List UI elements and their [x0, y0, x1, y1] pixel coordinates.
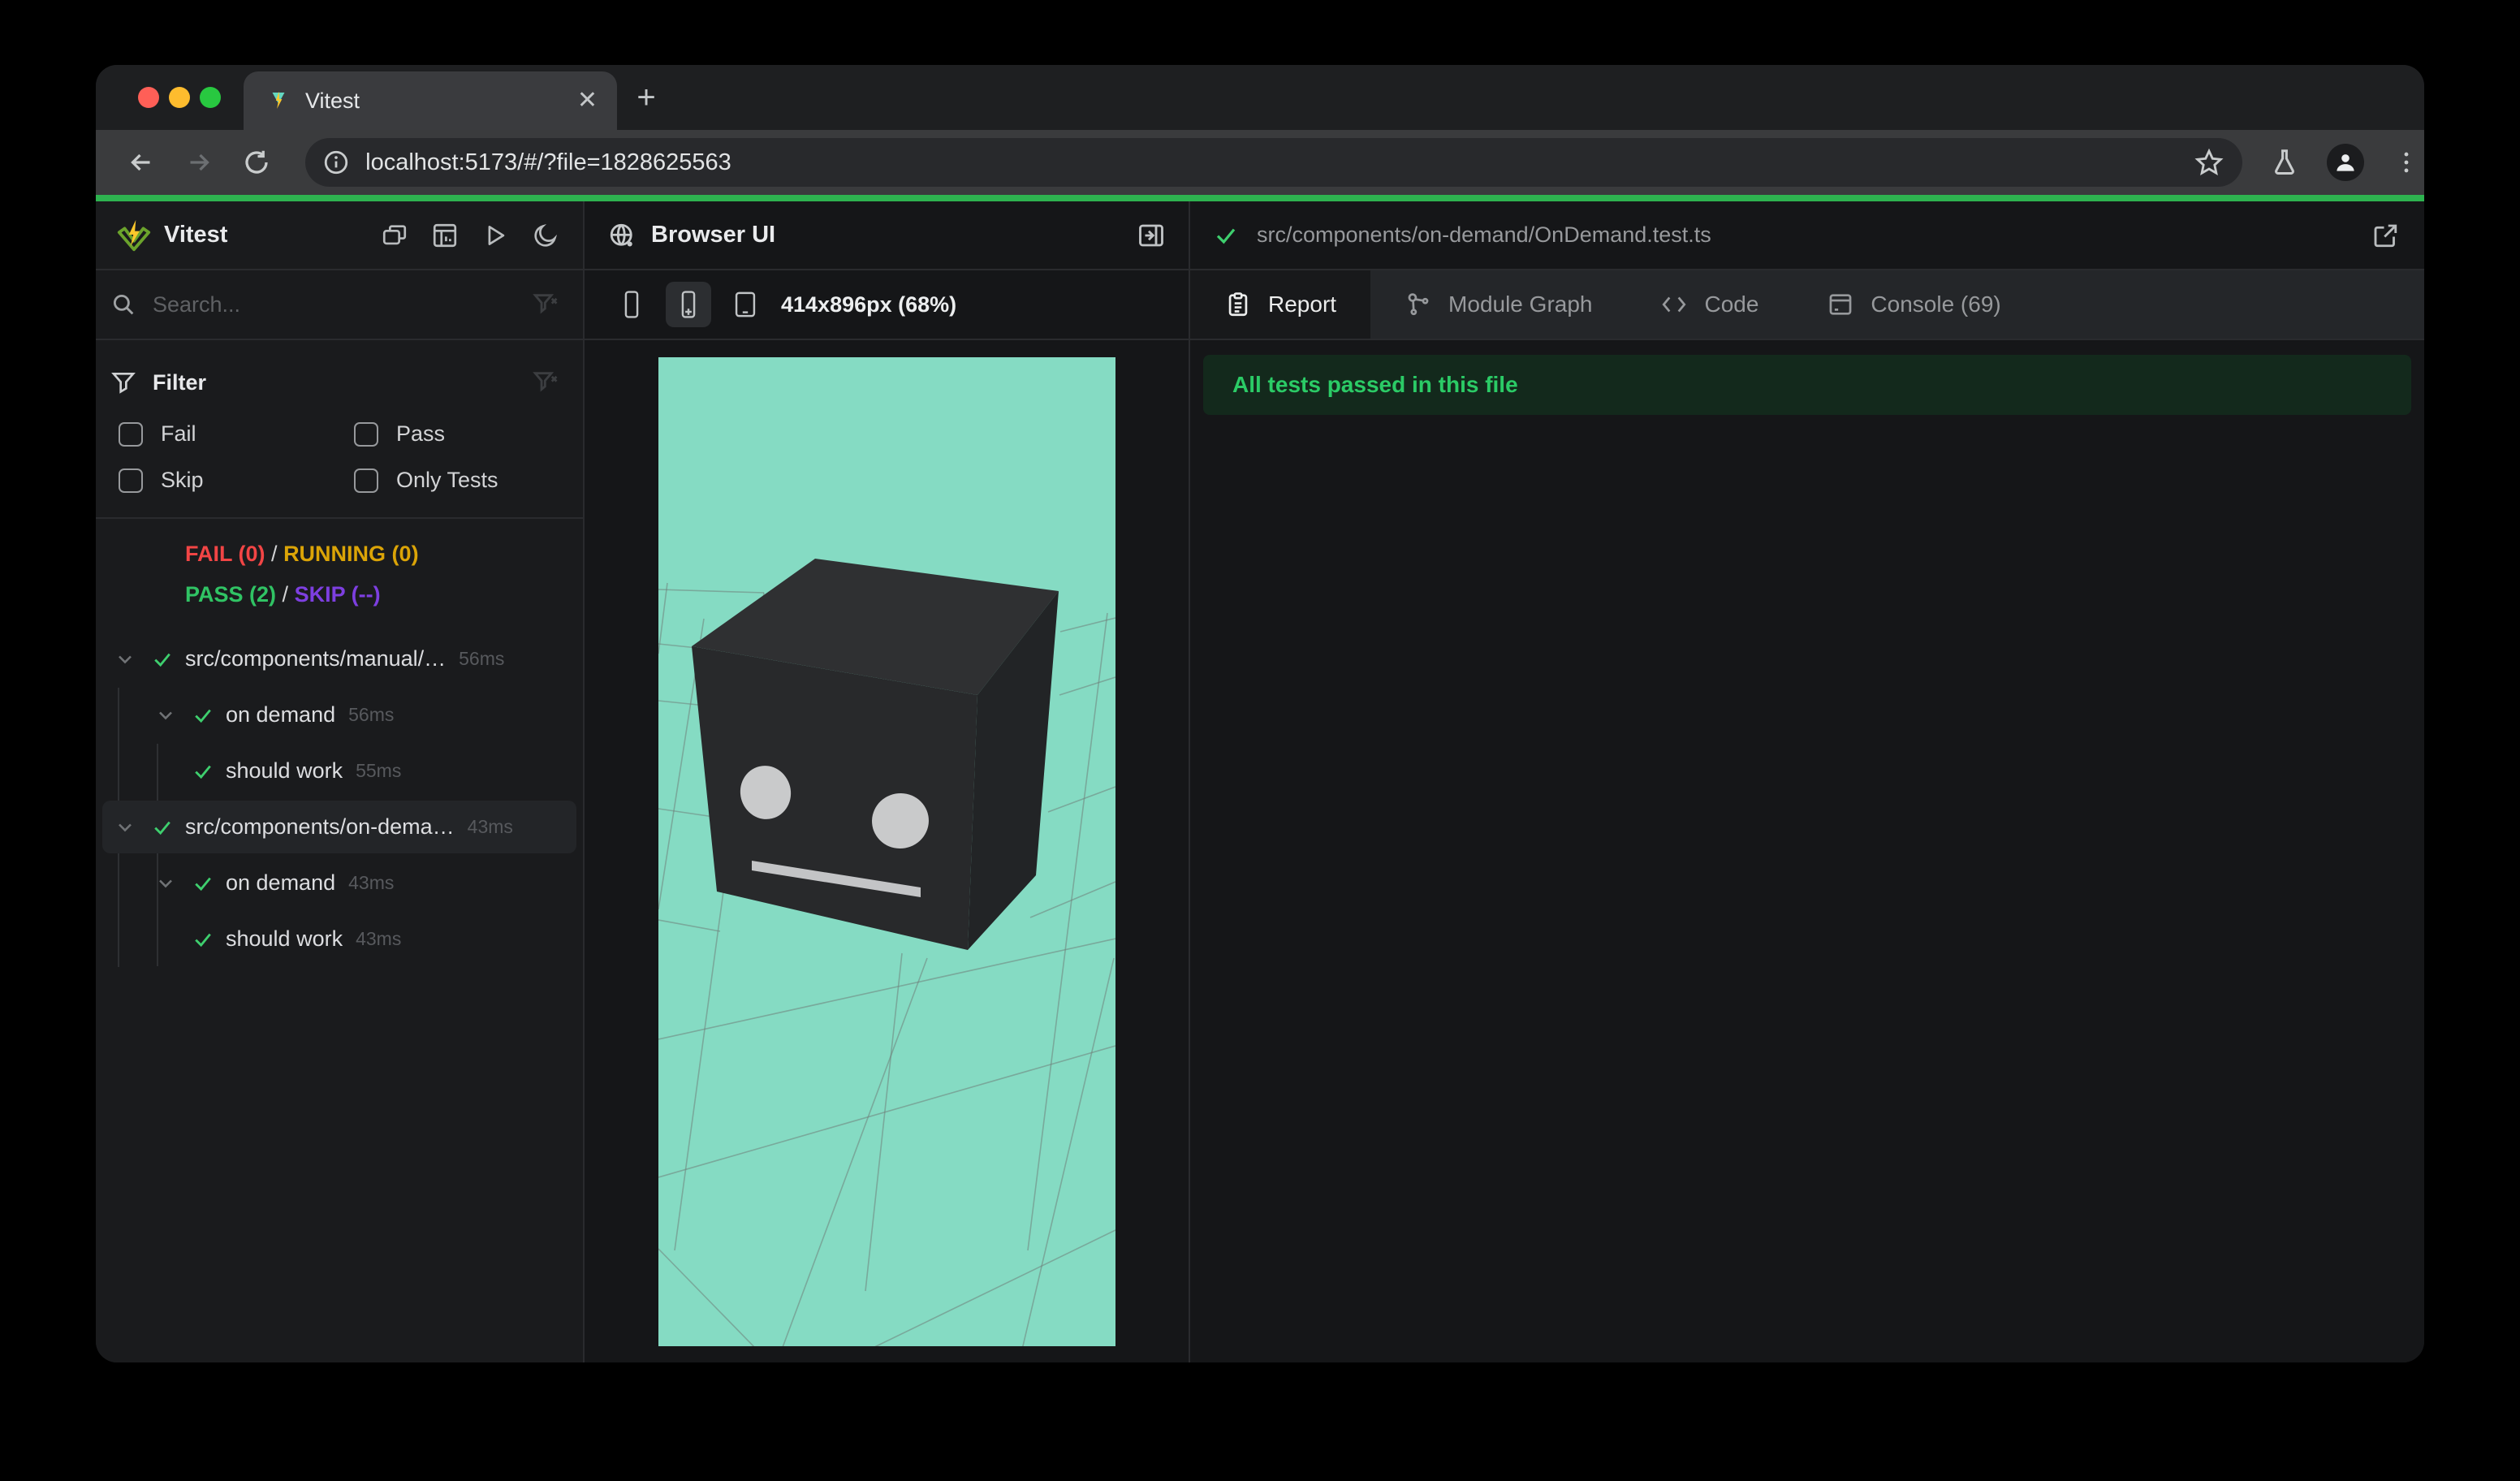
module-graph-icon	[1408, 293, 1429, 316]
tree-row-suite[interactable]: on demand 43ms	[96, 855, 583, 911]
tab-console[interactable]: Console (69)	[1793, 270, 2035, 339]
tree-row-test[interactable]: should work 43ms	[96, 911, 583, 967]
pass-check-icon	[151, 816, 174, 839]
browser-toolbar: localhost:5173/#/?file=1828625563	[96, 130, 2424, 195]
all-tests-passed-banner: All tests passed in this file	[1203, 355, 2411, 415]
checkbox-pass[interactable]: Pass	[354, 421, 583, 447]
running-count: RUNNING (0)	[283, 542, 419, 566]
clear-filter-icon[interactable]	[529, 366, 562, 399]
checkbox-box[interactable]	[119, 421, 143, 447]
checkbox-box[interactable]	[354, 468, 378, 493]
pass-check-icon	[192, 760, 214, 783]
chevron-down-icon[interactable]	[114, 816, 136, 839]
tab-title: Vitest	[305, 88, 360, 113]
search-row: Search...	[96, 270, 583, 340]
minimize-window-button[interactable]	[169, 87, 190, 108]
url-bar[interactable]: localhost:5173/#/?file=1828625563	[305, 138, 2243, 187]
test-tree: src/components/manual/… 56ms on demand 5…	[96, 631, 583, 967]
checkbox-skip[interactable]: Skip	[119, 468, 354, 493]
dark-mode-moon-icon[interactable]	[529, 219, 562, 252]
checkbox-box[interactable]	[119, 468, 143, 493]
test-progress-bar	[96, 195, 2424, 201]
tab-close-icon[interactable]: ✕	[577, 89, 598, 113]
tab-module-graph[interactable]: Module Graph	[1370, 270, 1626, 339]
device-phone-plus-icon[interactable]	[666, 282, 711, 327]
vitest-favicon-icon	[272, 91, 285, 109]
profile-avatar[interactable]	[2327, 144, 2365, 181]
open-panel-right-icon[interactable]	[1135, 219, 1167, 252]
test-summary: FAIL (0) / RUNNING (0) PASS (2) / SKIP (…	[185, 542, 419, 607]
chevron-down-icon[interactable]	[114, 648, 136, 671]
experiments-flask-icon[interactable]	[2267, 145, 2302, 180]
clear-filter-icon[interactable]	[529, 288, 562, 321]
tree-row-file[interactable]: src/components/manual/… 56ms	[96, 631, 583, 687]
tab-report[interactable]: Report	[1190, 270, 1371, 339]
filter-title: Filter	[153, 369, 207, 395]
close-window-button[interactable]	[138, 87, 159, 108]
sidebar: Vitest Search... Filter Fail Pass Skip O…	[96, 201, 585, 1362]
browser-ui-header: Browser UI	[585, 201, 1189, 270]
filter-section: Filter Fail Pass Skip Only Tests	[96, 340, 583, 519]
open-external-icon[interactable]	[2371, 221, 2400, 250]
sidebar-title: Vitest	[164, 222, 228, 248]
pass-check-icon	[192, 704, 214, 727]
zoom-window-button[interactable]	[200, 87, 221, 108]
globe-icon	[606, 219, 638, 252]
reload-icon[interactable]	[239, 145, 274, 180]
tab-code[interactable]: Code	[1626, 270, 1793, 339]
pass-check-icon	[151, 648, 174, 671]
forward-icon[interactable]	[181, 145, 216, 180]
skip-count: SKIP (--)	[294, 582, 381, 607]
chevron-down-icon[interactable]	[154, 872, 177, 895]
vitest-logo-icon	[117, 219, 151, 251]
checkbox-fail[interactable]: Fail	[119, 421, 354, 447]
menu-dots-icon[interactable]	[2388, 145, 2424, 180]
bookmark-star-icon[interactable]	[2194, 147, 2224, 178]
checkbox-only-tests[interactable]: Only Tests	[354, 468, 583, 493]
browser-ui-panel: Browser UI 414x896px (68%)	[585, 201, 1190, 1362]
new-tab-button[interactable]: +	[628, 81, 664, 117]
dashboard-report-icon[interactable]	[429, 219, 461, 252]
browser-tab[interactable]: Vitest ✕	[244, 71, 617, 130]
browser-window: Vitest ✕ + localhost:5173/#/?file=182862…	[96, 65, 2424, 1362]
panel-title: Browser UI	[651, 222, 776, 248]
traffic-lights	[138, 87, 221, 108]
clipboard-icon	[1228, 292, 1248, 317]
report-header: src/components/on-demand/OnDemand.test.t…	[1190, 201, 2424, 270]
tree-row-suite[interactable]: on demand 56ms	[96, 687, 583, 743]
device-phone-icon[interactable]	[609, 282, 654, 327]
preview-area	[585, 340, 1189, 1362]
code-icon	[1662, 296, 1686, 313]
console-icon	[1830, 294, 1852, 315]
toolbar-right	[2267, 144, 2424, 181]
back-icon[interactable]	[123, 145, 158, 180]
chevron-down-icon[interactable]	[154, 704, 177, 727]
dock-panels-icon[interactable]	[378, 219, 411, 252]
search-input[interactable]: Search...	[153, 292, 529, 317]
pass-check-icon	[192, 928, 214, 951]
report-tabs: Report Module Graph Code Console (69)	[1190, 270, 2424, 340]
checkbox-box[interactable]	[354, 421, 378, 447]
pass-count: PASS (2)	[185, 582, 277, 607]
url-text[interactable]: localhost:5173/#/?file=1828625563	[365, 149, 2194, 176]
device-toolbar: 414x896px (68%)	[585, 270, 1189, 340]
viewport-size-label[interactable]: 414x896px (68%)	[781, 292, 956, 317]
tree-row-test[interactable]: should work 55ms	[96, 743, 583, 799]
search-icon	[107, 288, 140, 321]
funnel-icon	[107, 366, 140, 399]
fail-count: FAIL (0)	[185, 542, 265, 566]
run-all-play-icon[interactable]	[479, 219, 511, 252]
tree-row-file-selected[interactable]: src/components/on-dema… 43ms	[96, 799, 583, 855]
pass-check-icon	[1213, 222, 1239, 248]
device-tablet-icon[interactable]	[723, 282, 768, 327]
vitest-ui: Vitest Search... Filter Fail Pass Skip O…	[96, 201, 2424, 1362]
test-browser-viewport[interactable]	[658, 357, 1115, 1346]
tab-strip: Vitest ✕ +	[96, 65, 2424, 130]
report-panel: src/components/on-demand/OnDemand.test.t…	[1190, 201, 2424, 1362]
test-file-path: src/components/on-demand/OnDemand.test.t…	[1257, 222, 1711, 247]
site-info-icon[interactable]	[318, 145, 354, 180]
sidebar-header: Vitest	[96, 201, 583, 270]
pass-check-icon	[192, 872, 214, 895]
